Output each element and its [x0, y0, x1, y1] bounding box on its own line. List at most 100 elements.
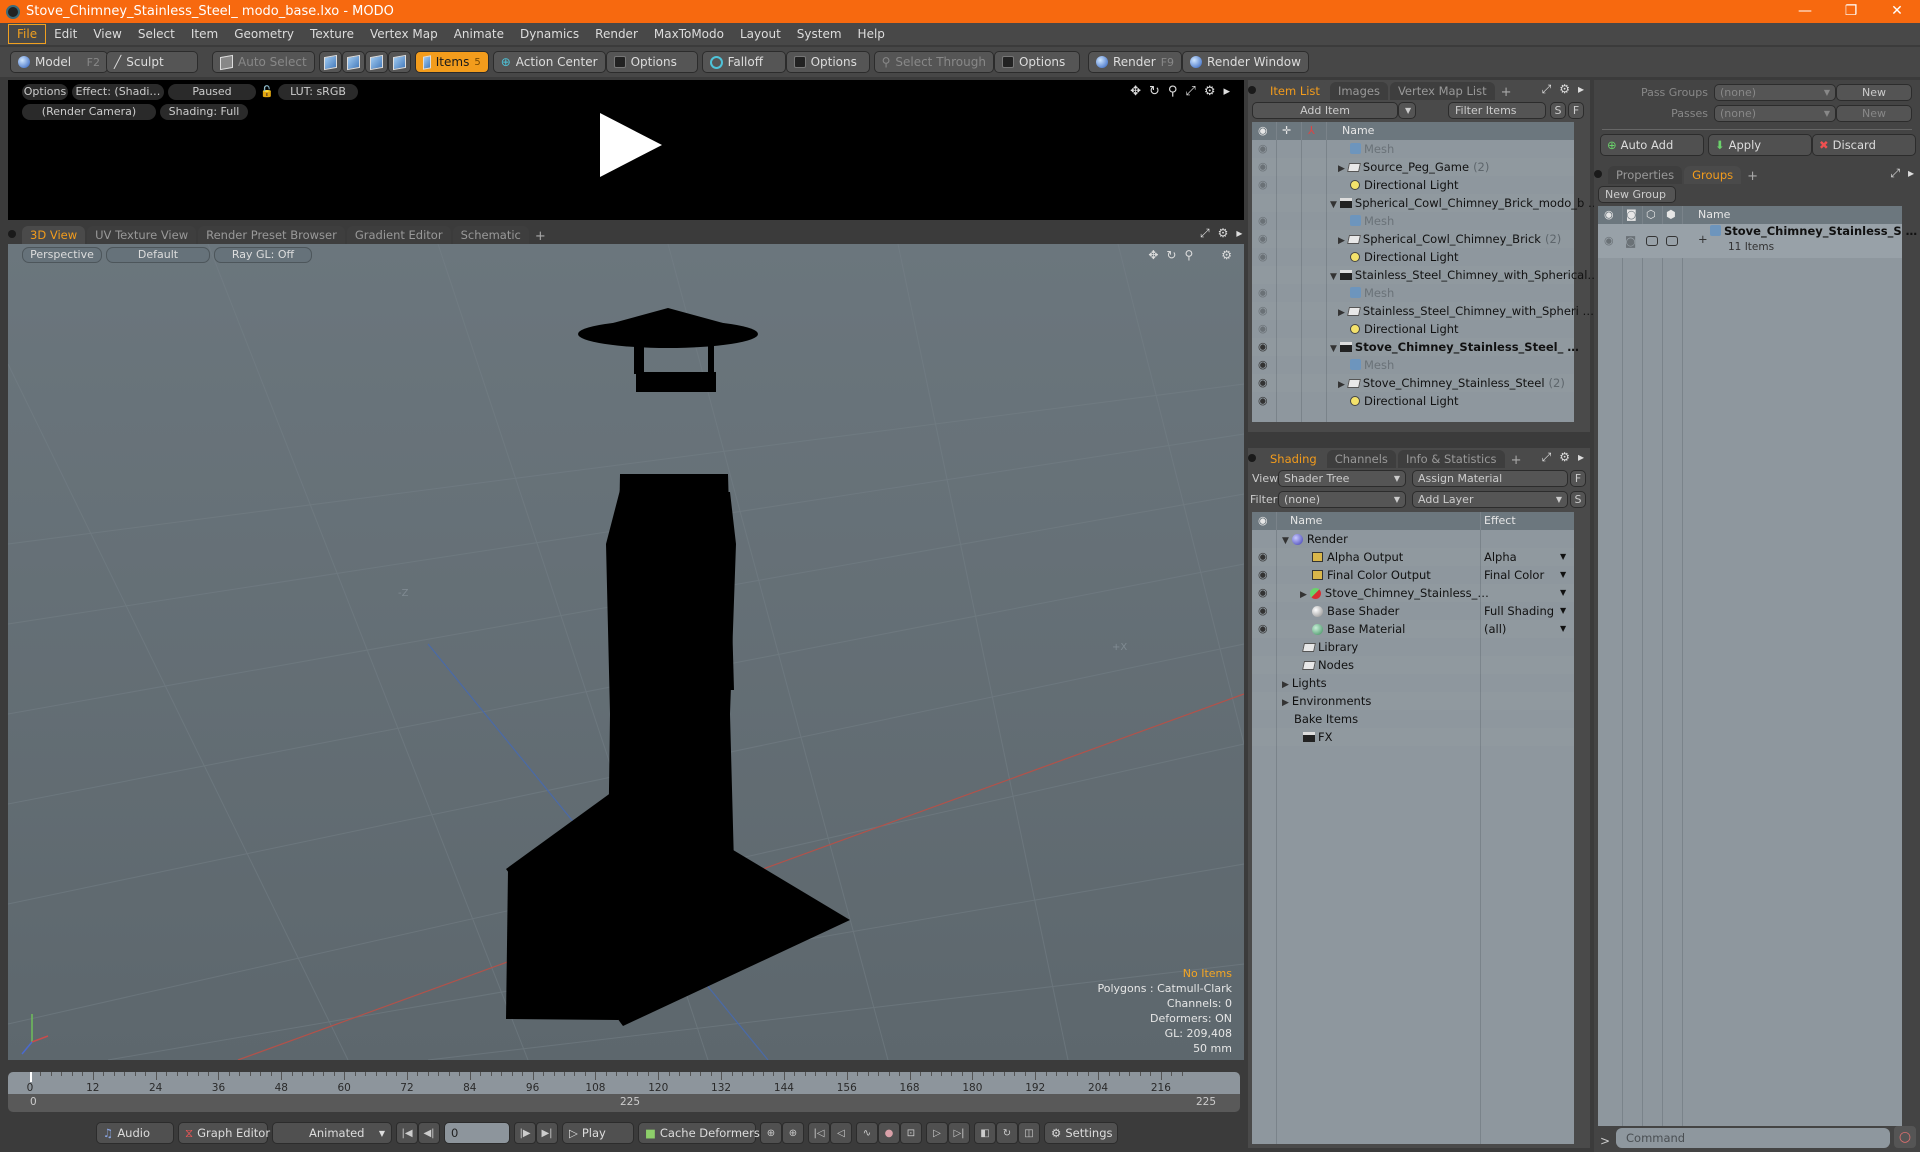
3d-viewport[interactable]: Perspective Default Ray GL: Off ✥ ↻ ⚲ ⚙ …	[8, 244, 1244, 1060]
menu-system[interactable]: System	[789, 25, 850, 43]
settings-button[interactable]: ⚙ Settings	[1044, 1122, 1118, 1144]
assign-material-button[interactable]: Assign Material	[1412, 470, 1568, 487]
menu-texture[interactable]: Texture	[302, 25, 362, 43]
item-row[interactable]: ◉ ▶ Stove_Chimney_Stainless_Steel (2)	[1252, 374, 1574, 392]
add-tab-button[interactable]: +	[531, 229, 550, 244]
menu-item[interactable]: Item	[183, 25, 226, 43]
audio-button[interactable]: ♫ Audio	[96, 1122, 174, 1144]
panel-dot-icon[interactable]	[1248, 454, 1256, 462]
collapse-arrow-icon[interactable]: ▼	[1330, 272, 1337, 282]
timeline-range[interactable]: 0 225 225	[8, 1094, 1240, 1112]
add-tab-button[interactable]: +	[1507, 453, 1526, 468]
groups-list[interactable]: ◉ ◙ ⬡ ⬢ Name ◉ ◙ + Stove_Chimney_Stainle…	[1598, 206, 1917, 1126]
rotate-icon[interactable]: ↻	[1149, 84, 1160, 99]
shader-row[interactable]: ◉ Final Color Output Final Color ▼	[1252, 566, 1574, 584]
visibility-eye-icon[interactable]: ◉	[1258, 302, 1268, 320]
select-through-button[interactable]: ⚲ Select Through	[873, 51, 994, 73]
effect-dropdown[interactable]: Effect: (Shadi…	[72, 84, 164, 100]
shader-row[interactable]: ◉ ▶ Stove_Chimney_Stainless_… ▼	[1252, 584, 1574, 602]
visibility-eye-icon[interactable]: ◉	[1258, 584, 1268, 602]
key-options-button[interactable]: ⊡	[900, 1122, 922, 1144]
lock-checkbox[interactable]	[1646, 236, 1658, 246]
tab-schematic[interactable]: Schematic	[452, 226, 529, 244]
play-button[interactable]: ▷ Play	[562, 1122, 634, 1144]
menu-view[interactable]: View	[85, 25, 129, 43]
cache-deformers-button[interactable]: ■ Cache Deformers	[638, 1122, 760, 1144]
shader-effect[interactable]: Alpha	[1484, 548, 1517, 566]
prev-frame-button[interactable]: ◁	[830, 1122, 852, 1144]
panel-dot-icon[interactable]	[8, 230, 16, 238]
expand-arrow-icon[interactable]: ▶	[1338, 164, 1345, 174]
preview-options-button[interactable]: Options	[22, 84, 68, 100]
menu-animate[interactable]: Animate	[446, 25, 512, 43]
prev-key-button[interactable]: |◁	[808, 1122, 830, 1144]
shader-row[interactable]: Library	[1252, 638, 1574, 656]
key-up-button[interactable]: ⊕	[760, 1122, 782, 1144]
default-dropdown[interactable]: Default	[106, 247, 210, 263]
expand-arrow-icon[interactable]: ▶	[1338, 308, 1345, 318]
arrow-right-icon[interactable]: ▸	[1578, 450, 1584, 465]
close-button[interactable]: ✕	[1874, 0, 1920, 23]
discard-button[interactable]: ✖ Discard	[1812, 134, 1916, 156]
go-start-button[interactable]: |◀	[396, 1122, 418, 1144]
play-preview-icon[interactable]	[600, 113, 662, 177]
effect-dropdown-icon[interactable]: ▼	[1560, 584, 1566, 602]
render-camera-dropdown[interactable]: (Render Camera)	[22, 104, 156, 120]
tab-properties[interactable]: Properties	[1608, 166, 1683, 184]
shader-row[interactable]: ◉ Base Material (all) ▼	[1252, 620, 1574, 638]
filter-dropdown[interactable]: (none) ▼	[1278, 491, 1406, 508]
expand-arrow-icon[interactable]: ▶	[1300, 590, 1307, 600]
step-back-button[interactable]: ◀|	[418, 1122, 440, 1144]
item-row[interactable]: ◉ Directional Light	[1252, 392, 1574, 410]
select-edges-button[interactable]	[341, 51, 365, 73]
shader-row[interactable]: ◉ Alpha Output Alpha ▼	[1252, 548, 1574, 566]
render-window-button[interactable]: Render Window	[1182, 51, 1309, 73]
key-down-button[interactable]: ⊕	[782, 1122, 804, 1144]
menu-render[interactable]: Render	[587, 25, 646, 43]
add-tab-button[interactable]: +	[1497, 85, 1516, 100]
record-button[interactable]: ●	[878, 1122, 900, 1144]
render-toggle-icon[interactable]: ◙	[1625, 232, 1636, 250]
panel-dot-icon[interactable]	[1594, 170, 1602, 178]
shader-row[interactable]: FX	[1252, 728, 1574, 746]
new-pass-button[interactable]: New	[1836, 105, 1912, 122]
raygl-dropdown[interactable]: Ray GL: Off	[214, 247, 312, 263]
expand-icon[interactable]: ⤢	[1542, 82, 1552, 97]
tab-groups[interactable]: Groups	[1684, 166, 1742, 184]
effect-dropdown-icon[interactable]: ▼	[1560, 566, 1566, 584]
command-record-icon[interactable]: ○	[1894, 1126, 1916, 1148]
visibility-eye-icon[interactable]: ◉	[1258, 158, 1268, 176]
item-row[interactable]: ◉ ▶ Source_Peg_Game (2)	[1252, 158, 1574, 176]
select-materials-button[interactable]	[387, 51, 411, 73]
pan-icon[interactable]: ✥	[1130, 84, 1141, 99]
arrow-right-icon[interactable]: ▸	[1908, 166, 1914, 181]
passes-dropdown[interactable]: (none) ▼	[1714, 105, 1836, 122]
new-group-button[interactable]: New Group	[1598, 186, 1676, 203]
shader-tree[interactable]: ◉ Name Effect ▼ Render ◉ Alpha Output Alpha ▼…	[1252, 512, 1574, 1144]
visibility-eye-icon[interactable]: ◉	[1258, 176, 1268, 194]
falloff-options-button[interactable]: Options	[785, 51, 870, 73]
visibility-eye-icon[interactable]: ◉	[1604, 232, 1614, 250]
item-row[interactable]: ◉ Mesh	[1252, 212, 1574, 230]
visibility-eye-icon[interactable]: ◉	[1258, 392, 1268, 410]
select-vertices-button[interactable]	[318, 51, 342, 73]
tab-shading[interactable]: Shading	[1262, 450, 1325, 468]
playhead[interactable]	[30, 1072, 32, 1082]
render-button[interactable]: Render F9	[1087, 51, 1183, 73]
item-row[interactable]: ◉ ▼ Stove_Chimney_Stainless_Steel_ …	[1252, 338, 1579, 356]
s-button[interactable]: S	[1570, 491, 1586, 508]
gear-icon[interactable]: ⚙	[1221, 248, 1232, 262]
menu-vertex-map[interactable]: Vertex Map	[362, 25, 446, 43]
paused-button[interactable]: Paused	[168, 84, 256, 100]
shader-row[interactable]: Bake Items	[1252, 710, 1574, 728]
expand-arrow-icon[interactable]: ▶	[1282, 680, 1289, 690]
tab-info-statistics[interactable]: Info & Statistics	[1397, 450, 1505, 468]
collapse-arrow-icon[interactable]: ▼	[1330, 200, 1337, 210]
visibility-eye-icon[interactable]: ◉	[1258, 620, 1268, 638]
shader-row[interactable]: ▼ Render	[1252, 530, 1574, 548]
expand-arrow-icon[interactable]: ▶	[1282, 698, 1289, 708]
menu-help[interactable]: Help	[850, 25, 893, 43]
group-row[interactable]: ◉ ◙ + Stove_Chimney_Stainless_S … 11 Ite…	[1598, 224, 1917, 258]
lut-dropdown[interactable]: LUT: sRGB	[278, 84, 358, 100]
visibility-eye-icon[interactable]: ◉	[1258, 356, 1268, 374]
